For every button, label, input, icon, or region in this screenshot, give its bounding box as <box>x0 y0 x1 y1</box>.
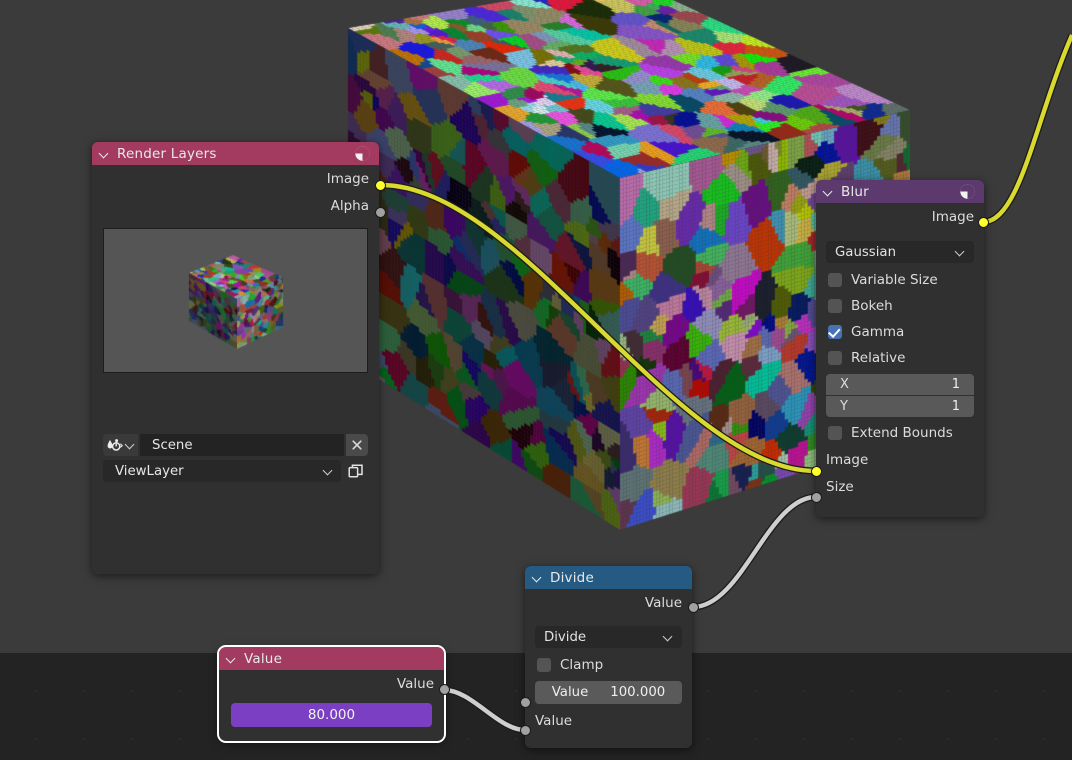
node-blur-header[interactable]: Blur <box>816 180 984 203</box>
scene-name-field[interactable]: Scene <box>140 434 344 456</box>
checkbox-row-variable-size[interactable]: Variable Size <box>816 267 984 293</box>
extend-bounds-checkbox[interactable] <box>828 426 842 440</box>
collapse-chevron-icon[interactable] <box>227 654 237 664</box>
output-label-value: Value <box>644 594 682 611</box>
relative-checkbox[interactable] <box>828 351 842 365</box>
output-row-alpha: Alpha <box>92 192 379 219</box>
scene-icon[interactable] <box>103 434 138 456</box>
viewlayer-value: ViewLayer <box>115 463 184 479</box>
blur-filter-type-value: Gaussian <box>835 244 897 260</box>
gamma-label: Gamma <box>851 324 905 340</box>
node-value-header[interactable]: Value <box>219 647 444 670</box>
node-render-layers-body: Image Alpha Scene ViewLayer <box>92 165 379 482</box>
node-blur-title: Blur <box>841 183 869 200</box>
output-row-image: Image <box>816 203 984 230</box>
input-row-image: Image <box>816 446 984 473</box>
checkbox-row-relative[interactable]: Relative <box>816 345 984 371</box>
node-value[interactable]: Value Value 80.000 <box>217 645 446 743</box>
node-blur-body: Image Gaussian Variable Size Bokeh Gamma <box>816 203 984 500</box>
node-render-layers-header[interactable]: Render Layers <box>92 142 379 165</box>
close-icon[interactable] <box>346 434 368 456</box>
divide-value-number: 100.000 <box>610 685 666 700</box>
socket-blur-image-output[interactable] <box>978 217 989 228</box>
variable-size-label: Variable Size <box>851 272 938 288</box>
node-divide-header[interactable]: Divide <box>525 566 692 589</box>
node-render-layers[interactable]: Render Layers Image Alpha Scene ViewLaye… <box>92 142 379 574</box>
output-label-alpha: Alpha <box>330 197 369 214</box>
socket-divide-value-input-2[interactable] <box>520 725 531 736</box>
node-tree-icon <box>354 145 371 162</box>
variable-size-checkbox[interactable] <box>828 273 842 287</box>
divide-operation-dropdown[interactable]: Divide <box>535 626 682 648</box>
value-slider-number: 80.000 <box>307 707 356 723</box>
blur-size-y-field[interactable]: Y 1 <box>826 396 974 417</box>
blur-size-x-label: X <box>840 377 849 392</box>
render-preview[interactable] <box>103 228 368 373</box>
chevron-down-icon[interactable] <box>324 467 333 476</box>
socket-divide-value-output[interactable] <box>688 602 699 613</box>
render-preview-thumbnail <box>180 246 291 355</box>
gamma-checkbox[interactable] <box>828 325 842 339</box>
viewlayer-selector-row[interactable]: ViewLayer <box>103 460 368 482</box>
clamp-label: Clamp <box>560 657 604 673</box>
socket-blur-size-input[interactable] <box>811 492 822 503</box>
node-divide-body: Value Divide Clamp Value 100.000 Value <box>525 589 692 734</box>
node-divide-title: Divide <box>550 569 594 586</box>
checkbox-row-clamp[interactable]: Clamp <box>525 652 692 678</box>
output-label-image: Image <box>931 208 974 225</box>
blur-size-x-field[interactable]: X 1 <box>826 374 974 395</box>
blender-compositor-screen: Render Layers Image Alpha Scene ViewLaye… <box>0 0 1072 760</box>
bokeh-checkbox[interactable] <box>828 299 842 313</box>
checkbox-row-bokeh[interactable]: Bokeh <box>816 293 984 319</box>
input-label-size: Size <box>826 478 854 495</box>
checkbox-row-gamma[interactable]: Gamma <box>816 319 984 345</box>
relative-label: Relative <box>851 350 906 366</box>
blur-size-x-value: 1 <box>951 377 960 392</box>
node-tree-icon <box>959 183 976 200</box>
output-row-value: Value <box>219 670 444 697</box>
collapse-chevron-icon[interactable] <box>533 573 543 583</box>
output-label-image: Image <box>326 170 369 187</box>
chevron-down-icon[interactable] <box>664 633 673 642</box>
output-row-image: Image <box>92 165 379 192</box>
socket-blur-image-input[interactable] <box>811 466 822 477</box>
value-slider[interactable]: 80.000 <box>231 703 432 727</box>
chevron-down-icon[interactable] <box>126 441 135 450</box>
output-label-value: Value <box>396 675 434 692</box>
copy-icon[interactable] <box>344 460 368 482</box>
collapse-chevron-icon[interactable] <box>824 187 834 197</box>
input-row-value-2: Value <box>525 707 692 734</box>
collapse-chevron-icon[interactable] <box>100 149 110 159</box>
clamp-checkbox[interactable] <box>537 658 551 672</box>
socket-divide-value-input-1[interactable] <box>520 697 531 708</box>
divide-value-label: Value <box>551 685 589 700</box>
scene-selector-row[interactable]: Scene <box>103 434 368 456</box>
node-render-layers-title: Render Layers <box>117 145 217 162</box>
output-row-value: Value <box>525 589 692 616</box>
extend-bounds-label: Extend Bounds <box>851 425 953 441</box>
blur-size-y-label: Y <box>840 399 848 414</box>
input-row-size: Size <box>816 473 984 500</box>
socket-renderlayers-alpha[interactable] <box>375 207 386 218</box>
blur-filter-type-dropdown[interactable]: Gaussian <box>826 241 974 263</box>
node-divide[interactable]: Divide Value Divide Clamp Value 100.000 … <box>525 566 692 748</box>
blur-size-y-value: 1 <box>951 399 960 414</box>
divide-value-field[interactable]: Value 100.000 <box>535 681 682 704</box>
divide-operation-value: Divide <box>544 629 587 645</box>
viewlayer-field[interactable]: ViewLayer <box>103 460 341 482</box>
node-blur[interactable]: Blur Image Gaussian Variable Size Bokeh … <box>816 180 984 517</box>
socket-value-output[interactable] <box>439 684 450 695</box>
socket-renderlayers-image[interactable] <box>375 180 386 191</box>
checkbox-row-extend-bounds[interactable]: Extend Bounds <box>816 420 984 446</box>
chevron-down-icon[interactable] <box>956 248 965 257</box>
node-value-title: Value <box>244 650 283 667</box>
node-value-body: Value 80.000 <box>219 670 444 727</box>
scene-name-value: Scene <box>152 437 193 453</box>
bokeh-label: Bokeh <box>851 298 893 314</box>
input-label-image: Image <box>826 451 869 468</box>
input-label-value-2: Value <box>535 712 573 729</box>
